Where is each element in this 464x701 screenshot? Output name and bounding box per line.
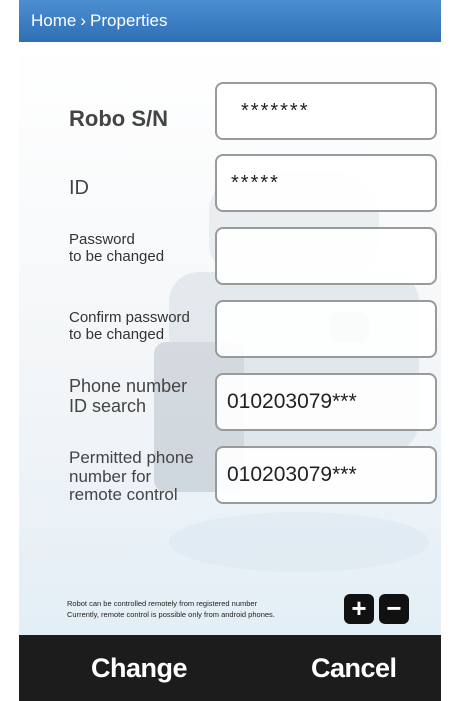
robo-sn-label: Robo S/N	[69, 106, 168, 131]
permitted-phone-label-text: Permitted phone number for remote contro…	[69, 448, 194, 505]
note-line-2: Currently, remote control is possible on…	[67, 610, 275, 619]
breadcrumb-current: Properties	[90, 11, 168, 30]
note-line-1: Robot can be controlled remotely from re…	[67, 599, 258, 608]
confirm-password-label-text: Confirm password to be changed	[69, 309, 190, 343]
breadcrumb: Home › Properties	[31, 0, 168, 42]
change-button[interactable]: Change	[91, 635, 188, 701]
phone-id-search-field[interactable]: 010203079***	[215, 373, 437, 431]
app-screen: Home › Properties Robo S/N ******* ID ****…	[19, 0, 441, 701]
confirm-password-label: Confirm password to be changed	[69, 309, 219, 343]
robo-sn-field[interactable]: *******	[215, 82, 437, 140]
remove-phone-button[interactable]: −	[379, 594, 409, 624]
id-label: ID	[69, 177, 89, 199]
permitted-phone-label: Permitted phone number for remote contro…	[69, 448, 229, 505]
phone-id-search-label: Phone number ID search	[69, 376, 229, 417]
permitted-phone-field[interactable]: 010203079***	[215, 446, 437, 504]
header-bar: Home › Properties	[19, 0, 441, 42]
properties-form: Robo S/N ******* ID ***** Password to be…	[19, 42, 441, 635]
new-password-label: Password to be changed	[69, 231, 209, 265]
phone-id-search-label-text: Phone number ID search	[69, 376, 188, 416]
cancel-button[interactable]: Cancel	[311, 635, 397, 701]
add-phone-button[interactable]: +	[344, 594, 374, 624]
confirm-password-field[interactable]	[215, 300, 437, 358]
bottom-action-bar: Change Cancel	[19, 635, 441, 701]
new-password-field[interactable]	[215, 227, 437, 285]
remote-control-note: Robot can be controlled remotely from re…	[67, 598, 337, 620]
id-field[interactable]: *****	[215, 154, 437, 212]
new-password-label-text: Password to be changed	[69, 231, 165, 265]
robot-illustration	[154, 172, 429, 572]
breadcrumb-home[interactable]: Home	[31, 11, 76, 30]
breadcrumb-separator: ›	[80, 11, 87, 30]
